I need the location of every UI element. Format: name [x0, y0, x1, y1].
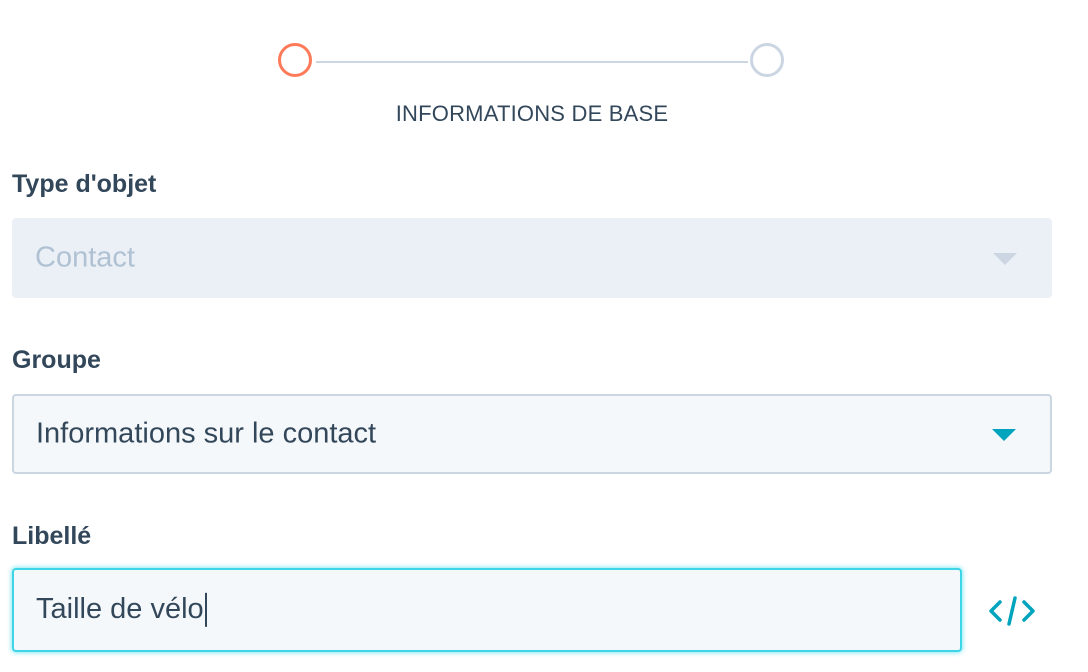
group-label: Groupe [12, 346, 101, 374]
step-2-indicator[interactable] [750, 43, 784, 77]
chevron-down-icon [993, 253, 1017, 265]
object-type-label: Type d'objet [12, 170, 157, 198]
object-type-value: Contact [35, 241, 135, 274]
label-input[interactable]: Taille de vélo [12, 568, 962, 652]
label-field-label: Libellé [12, 522, 92, 550]
group-value: Informations sur le contact [36, 417, 377, 450]
object-type-select: Contact [12, 218, 1052, 298]
stepper-connector-line [316, 61, 748, 63]
group-select[interactable]: Informations sur le contact [12, 394, 1052, 474]
step-1-indicator[interactable] [278, 43, 312, 77]
text-cursor [204, 593, 207, 628]
progress-stepper [276, 40, 788, 84]
chevron-down-icon[interactable] [992, 429, 1016, 441]
label-input-text-wrapper: Taille de vélo [36, 592, 207, 628]
step-caption: INFORMATIONS DE BASE [395, 101, 669, 126]
label-input-value: Taille de vélo [36, 592, 204, 625]
code-icon[interactable] [988, 594, 1036, 628]
